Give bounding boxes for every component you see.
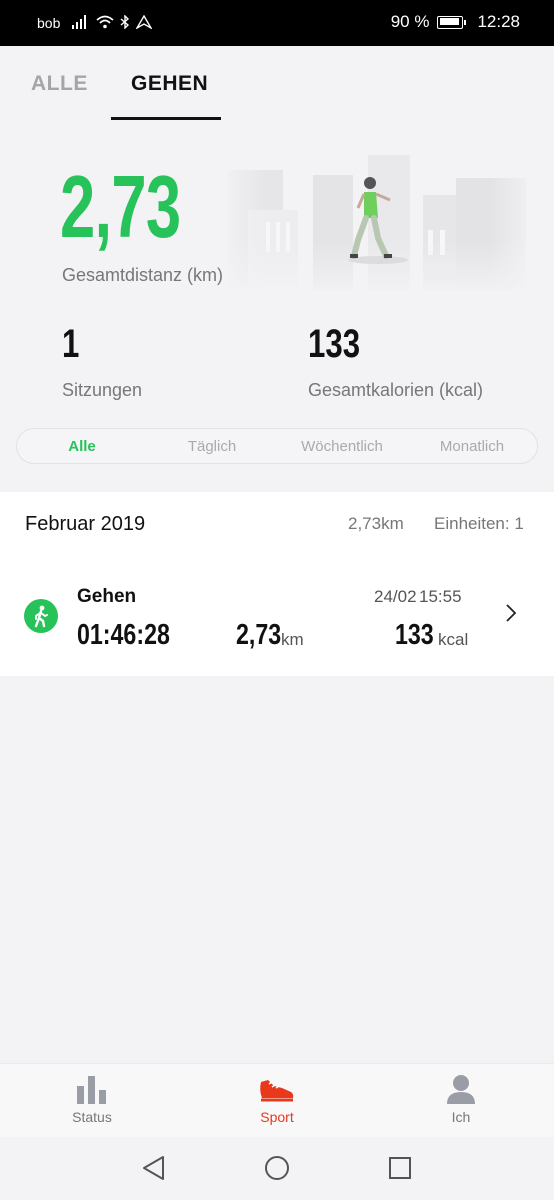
tab-alle[interactable]: ALLE [31,72,88,96]
activity-time: 15:55 [419,587,462,606]
bar-chart-icon [77,1076,106,1104]
wifi-icon [96,15,114,29]
activity-row[interactable]: Gehen 24/02 15:55 01:46:28 2,73 km 133 k… [0,562,554,676]
activity-distance-unit: km [281,630,304,649]
total-distance-value: 2,73 [60,157,181,256]
nav-sport[interactable]: Sport [237,1074,317,1125]
person-icon [447,1075,475,1104]
bluetooth-icon [120,15,130,29]
status-icons [72,12,152,32]
carrier-name: bob [37,15,61,31]
activity-duration: 01:46:28 [77,619,170,651]
nav-sport-label: Sport [260,1109,294,1125]
sessions-label: Sitzungen [62,380,143,400]
activity-distance: 2,73 [236,619,282,651]
sport-type-tabs: ALLE GEHEN [0,46,554,122]
nav-ich-label: Ich [451,1109,471,1125]
activity-calories: 133 [395,619,434,651]
walking-person-icon [24,599,58,633]
nav-status[interactable]: Status [52,1074,132,1125]
status-bar: bob 90 % 12:28 [0,0,554,46]
activity-list: Februar 2019 2,73km Einheiten: 1 Gehen 2… [0,492,554,676]
activity-calories-unit: kcal [438,630,469,649]
tab-gehen[interactable]: GEHEN [131,72,208,96]
nav-status-label: Status [72,1109,112,1125]
calories-label: Gesamtkalorien (kcal) [308,380,484,400]
calories-value: 133 [308,322,361,366]
activity-name: Gehen [77,586,137,607]
total-distance-label: Gesamtdistanz (km) [62,265,224,285]
active-tab-indicator [111,117,221,120]
battery-icon [437,15,467,29]
sessions-value: 1 [62,322,80,366]
sneaker-icon [260,1080,294,1102]
home-icon[interactable] [264,1155,290,1181]
back-icon[interactable] [141,1155,167,1181]
activity-date: 24/02 [374,587,417,606]
chevron-right-icon[interactable] [500,602,522,624]
nav-ich[interactable]: Ich [421,1074,501,1125]
clock: 12:28 [477,12,520,31]
period-filter: Alle Täglich Wöchentlich Monatlich [16,428,538,464]
status-right: 90 % 12:28 [391,12,520,32]
filter-monatlich[interactable]: Monatlich [407,429,537,463]
battery-percent: 90 % [390,12,430,31]
filter-woechentlich[interactable]: Wöchentlich [277,429,407,463]
walking-illustration [218,150,538,300]
signal-icon [72,15,86,29]
system-navigation-bar [0,1137,554,1200]
filter-alle[interactable]: Alle [17,429,147,463]
recent-apps-icon[interactable] [387,1155,413,1181]
bottom-navigation: Status Sport Ich [0,1063,554,1137]
filter-taeglich[interactable]: Täglich [147,429,277,463]
navigation-icon [136,15,152,29]
